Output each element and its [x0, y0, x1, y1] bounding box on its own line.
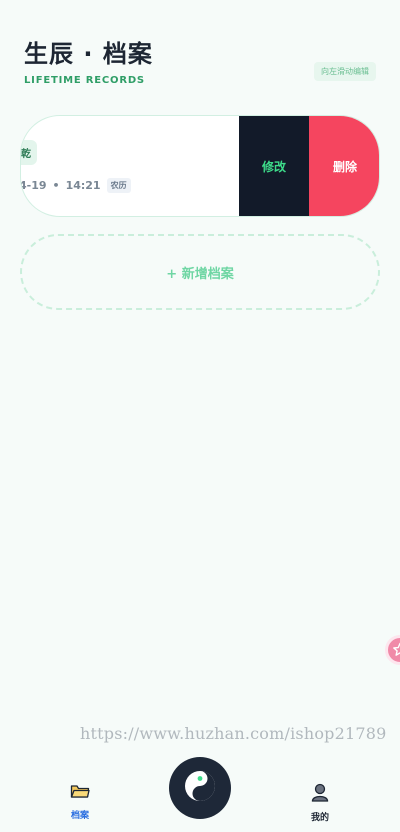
record-date: 4-19	[20, 179, 47, 192]
record-card-content[interactable]: 乾 4-19 • 14:21 农历	[21, 116, 241, 216]
center-action-button[interactable]	[169, 757, 231, 819]
tab-me[interactable]: 我的	[290, 782, 350, 823]
record-datetime: 4-19 • 14:21 农历	[20, 178, 131, 193]
user-icon	[310, 782, 330, 806]
record-tag: 乾	[21, 140, 37, 165]
star-badge-icon[interactable]	[385, 635, 400, 665]
watermark-text: https://www.huzhan.com/ishop21789	[80, 724, 387, 743]
tab-me-label: 我的	[310, 813, 329, 823]
add-record-button[interactable]: + 新增档案	[20, 234, 380, 310]
record-separator: •	[52, 179, 60, 192]
record-card[interactable]: 乾 4-19 • 14:21 农历 修改 删除	[20, 115, 380, 217]
lunar-calendar-badge: 农历	[106, 178, 131, 193]
page-header: 生辰 · 档案 LIFETIME RECORDS	[24, 34, 153, 86]
swipe-hint-badge: 向左滑动编辑	[314, 62, 376, 81]
tab-archive-label: 档案	[70, 811, 89, 821]
delete-button[interactable]: 删除	[309, 116, 379, 216]
page-title: 生辰 · 档案	[24, 40, 153, 68]
tab-archive[interactable]: 档案	[50, 782, 110, 821]
folder-icon	[70, 782, 90, 804]
record-time: 14:21	[65, 179, 101, 192]
yin-yang-icon	[183, 769, 217, 807]
page-subtitle: LIFETIME RECORDS	[24, 75, 145, 86]
edit-button[interactable]: 修改	[239, 116, 309, 216]
